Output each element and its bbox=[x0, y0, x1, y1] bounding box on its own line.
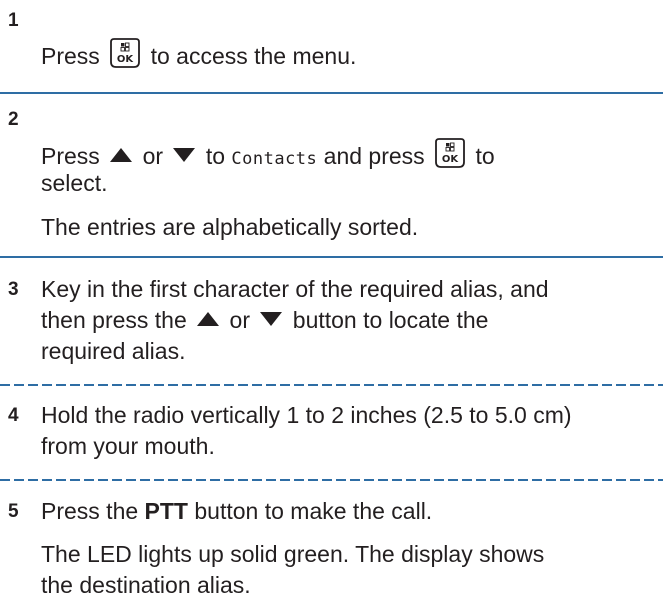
step-text-part: Press bbox=[41, 143, 100, 169]
step-text-part: to bbox=[205, 143, 225, 169]
menu-ok-key-icon: OK bbox=[108, 36, 142, 70]
up-arrow-icon bbox=[197, 312, 220, 326]
svg-text:OK: OK bbox=[117, 54, 135, 65]
step-divider bbox=[0, 384, 663, 386]
step-number: 3 bbox=[8, 279, 19, 300]
step-note-line2: the destination alias. bbox=[41, 572, 251, 598]
svg-text:OK: OK bbox=[442, 154, 460, 165]
down-arrow-icon bbox=[173, 148, 196, 162]
step-number: 2 bbox=[8, 109, 19, 130]
menu-item-name: Contacts bbox=[231, 149, 318, 169]
step-text-part: or bbox=[229, 307, 250, 333]
step-divider bbox=[0, 479, 663, 481]
step-text-line2: from your mouth. bbox=[41, 433, 215, 459]
step-text: Hold the radio vertically 1 to 2 inches … bbox=[41, 402, 572, 428]
step-text: Press OK to access the menu. bbox=[41, 36, 661, 72]
step-text-part: button to make the call. bbox=[194, 498, 433, 524]
step-text-part: to bbox=[475, 143, 495, 169]
step-text: Key in the first character of the requir… bbox=[41, 276, 549, 302]
menu-ok-key-icon: OK bbox=[433, 136, 467, 170]
ptt-button-label: PTT bbox=[144, 498, 188, 524]
up-arrow-icon bbox=[110, 148, 133, 162]
step-number: 1 bbox=[8, 10, 19, 31]
step-text: Press the PTT button to make the call. bbox=[41, 496, 661, 527]
step-note: The LED lights up solid green. The displ… bbox=[41, 541, 545, 567]
step-text-part: then press the bbox=[41, 307, 187, 333]
step-text-part: to access the menu. bbox=[150, 43, 357, 69]
step-text-line2: then press the or button to locate the bbox=[41, 305, 661, 336]
step-text-part: and press bbox=[323, 143, 425, 169]
step-text-line2: select. bbox=[41, 170, 108, 196]
step-note: The entries are alphabetically sorted. bbox=[41, 214, 419, 240]
step-divider bbox=[0, 92, 663, 94]
step-text-part: Press bbox=[41, 43, 100, 69]
down-arrow-icon bbox=[260, 312, 283, 326]
step-text-part: Press the bbox=[41, 498, 139, 524]
step-number: 4 bbox=[8, 405, 19, 426]
step-number: 5 bbox=[8, 501, 19, 522]
step-text-part: or bbox=[142, 143, 164, 169]
step-divider bbox=[0, 256, 663, 258]
step-text-line3: required alias. bbox=[41, 338, 186, 364]
step-text-part: button to locate the bbox=[292, 307, 489, 333]
